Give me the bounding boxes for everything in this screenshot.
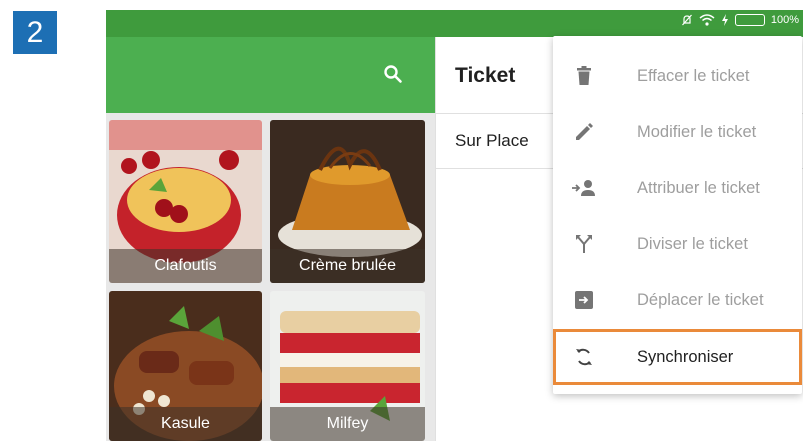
step-badge: 2: [13, 11, 57, 54]
ticket-title: Ticket: [455, 64, 516, 87]
product-name: Crème brulée: [270, 249, 425, 283]
battery-icon: [734, 14, 765, 26]
status-bar: 100%: [106, 10, 803, 37]
wifi-icon: [699, 14, 715, 26]
menu-item-synchronize[interactable]: Synchroniser: [553, 329, 802, 385]
search-button[interactable]: [379, 60, 407, 88]
menu-item-label: Déplacer le ticket: [637, 290, 764, 309]
charging-icon: [721, 14, 728, 26]
product-grid: Clafoutis Crème brulée Kasule Milfey: [106, 113, 435, 441]
menu-item-split-ticket[interactable]: Diviser le ticket: [553, 216, 802, 272]
search-icon: [384, 65, 402, 83]
assign-user-icon: [571, 175, 597, 201]
product-name: Kasule: [109, 407, 262, 441]
menu-item-label: Diviser le ticket: [637, 234, 748, 253]
move-icon: [571, 287, 597, 313]
menu-item-label: Modifier le ticket: [637, 122, 757, 141]
product-name: Milfey: [270, 407, 425, 441]
menu-item-label: Attribuer le ticket: [637, 178, 760, 197]
split-icon: [571, 231, 597, 257]
status-icons: 100%: [681, 14, 799, 26]
product-tile-kasule[interactable]: Kasule: [109, 291, 262, 441]
product-tile-clafoutis[interactable]: Clafoutis: [109, 120, 262, 283]
menu-item-clear-ticket[interactable]: Effacer le ticket: [553, 48, 802, 104]
ticket-overflow-menu: Effacer le ticket Modifier le ticket Att…: [553, 36, 802, 394]
pencil-icon: [571, 119, 597, 145]
menu-item-edit-ticket[interactable]: Modifier le ticket: [553, 104, 802, 160]
sync-icon: [571, 344, 597, 370]
menu-item-assign-ticket[interactable]: Attribuer le ticket: [553, 160, 802, 216]
product-name: Clafoutis: [109, 249, 262, 283]
battery-level: 100%: [770, 14, 799, 26]
menu-item-label: Synchroniser: [637, 347, 734, 366]
product-tile-creme-brulee[interactable]: Crème brulée: [270, 120, 425, 283]
order-type-label: Sur Place: [455, 131, 529, 150]
app-bar: [106, 37, 435, 113]
menu-item-label: Effacer le ticket: [637, 66, 750, 85]
notifications-off-icon: [681, 14, 692, 26]
device-screen: 100% Clafoutis Crème brulée Kasule Milfe…: [106, 0, 803, 441]
menu-item-move-ticket[interactable]: Déplacer le ticket: [553, 272, 802, 328]
trash-icon: [571, 63, 597, 89]
product-tile-milfey[interactable]: Milfey: [270, 291, 425, 441]
